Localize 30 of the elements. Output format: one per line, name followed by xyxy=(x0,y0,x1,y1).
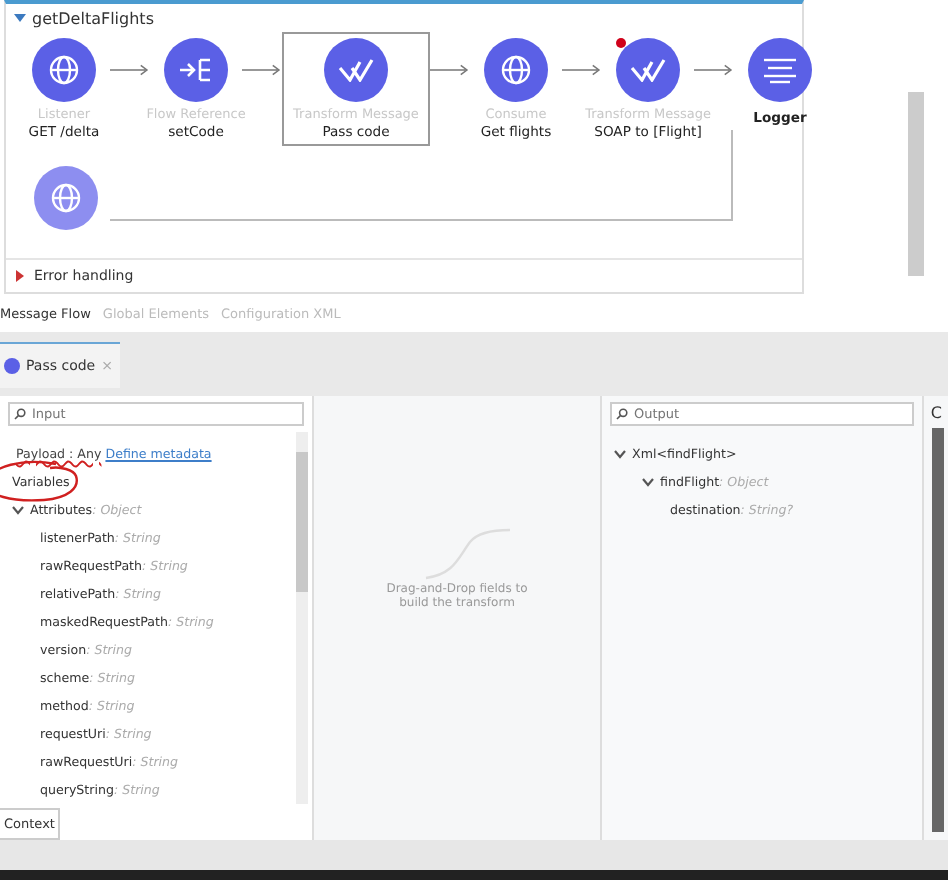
globe-icon xyxy=(48,54,80,86)
flow-name: getDeltaFlights xyxy=(32,9,154,27)
expand-triangle-icon[interactable] xyxy=(14,12,26,24)
component-circle[interactable] xyxy=(34,166,98,230)
connector-arrow xyxy=(562,62,602,78)
curve-drawing xyxy=(421,526,513,582)
component-circle[interactable] xyxy=(616,38,680,102)
connector-arrow xyxy=(430,62,470,78)
panel-label: C xyxy=(930,404,942,422)
chevron-icon[interactable] xyxy=(12,504,24,516)
connector-arrow xyxy=(242,62,282,78)
component-circle[interactable] xyxy=(32,38,96,102)
search-icon xyxy=(616,408,628,420)
scrollbar[interactable] xyxy=(296,432,308,804)
component-circle[interactable] xyxy=(748,38,812,102)
chevron-icon[interactable] xyxy=(642,476,654,488)
search-icon xyxy=(14,408,26,420)
expand-triangle-icon[interactable] xyxy=(14,270,26,282)
globe-icon xyxy=(500,54,532,86)
flow-reference-icon xyxy=(178,56,214,84)
scrollbar[interactable] xyxy=(932,428,944,832)
connector-arrow xyxy=(110,62,150,78)
globe-icon xyxy=(50,182,82,214)
component-circle[interactable] xyxy=(324,38,388,102)
component-circle[interactable] xyxy=(164,38,228,102)
logger-icon xyxy=(762,56,798,84)
scrollbar[interactable] xyxy=(908,92,924,276)
chevron-icon[interactable] xyxy=(614,448,626,460)
connector-arrow xyxy=(694,62,734,78)
component-circle[interactable] xyxy=(484,38,548,102)
